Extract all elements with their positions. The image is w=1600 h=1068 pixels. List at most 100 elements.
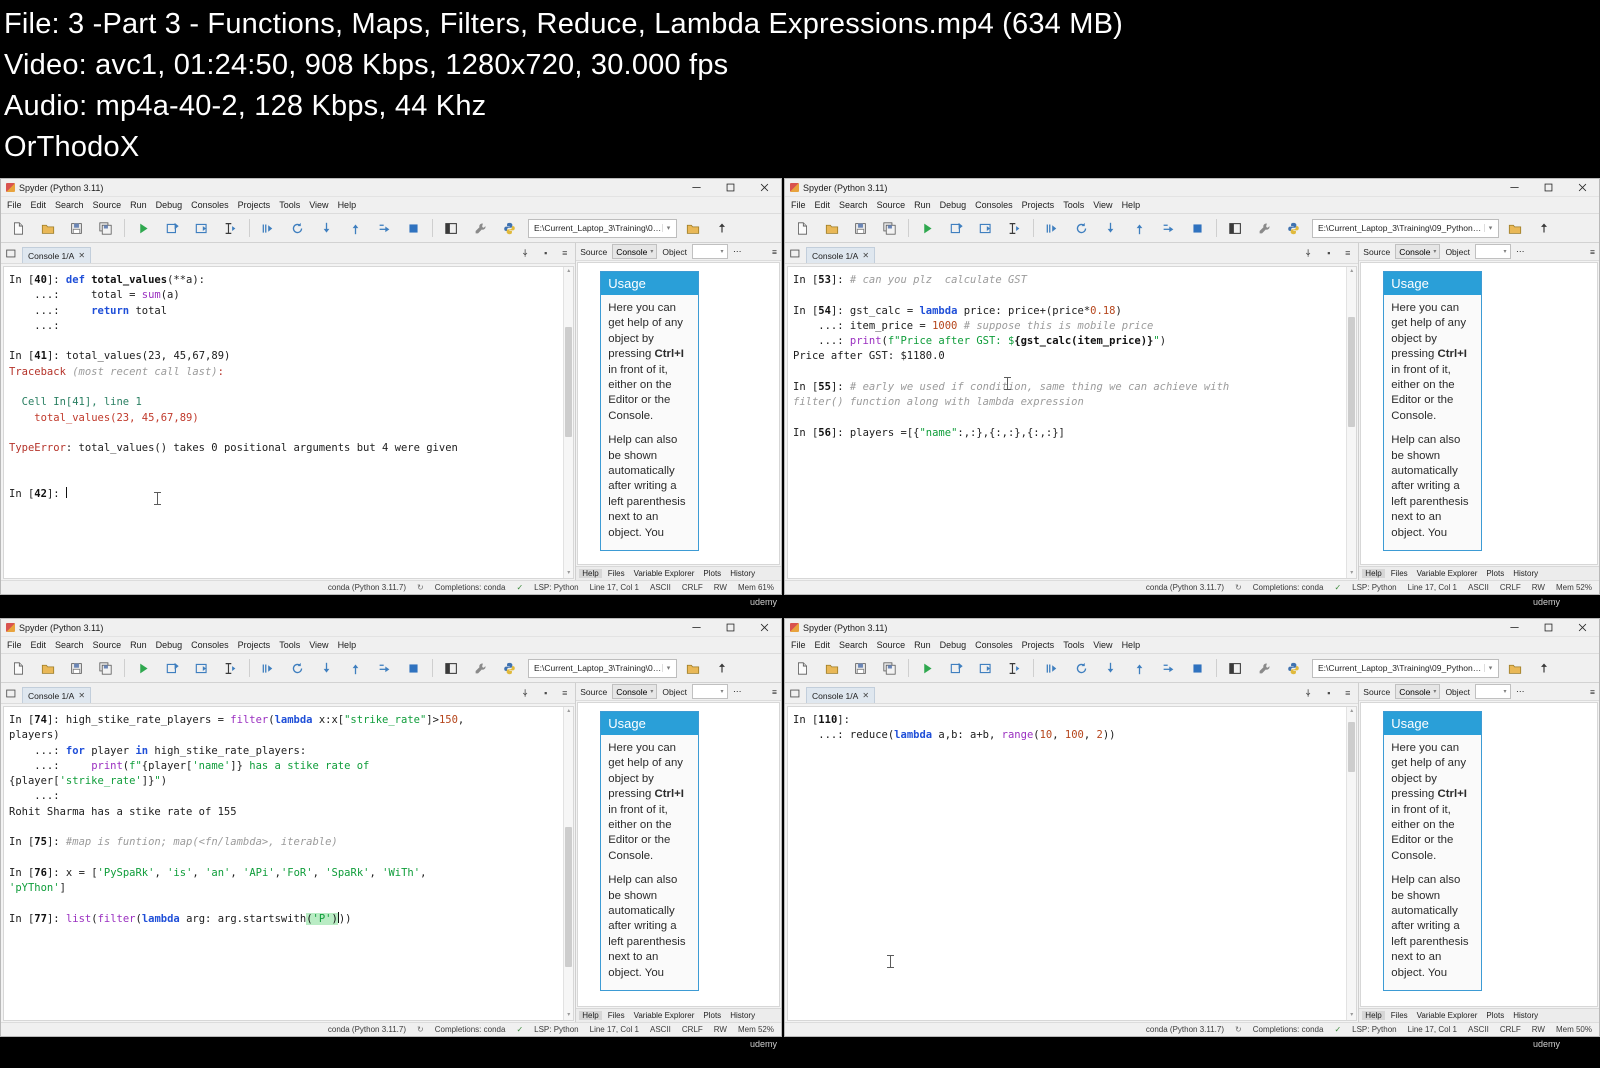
run-cell-icon[interactable] [159, 216, 186, 240]
chevron-down-icon[interactable]: ▾ [1500, 688, 1510, 695]
spyder-window-top-right[interactable]: Spyder (Python 3.11) File Edit Search Source… [784, 178, 1600, 595]
toolbar[interactable]: E:\Current_Laptop_3\Training\09_Python_A… [1, 214, 781, 243]
menu-item-debug[interactable]: Debug [156, 200, 183, 210]
chevron-down-icon[interactable]: ▾ [662, 664, 674, 672]
help-options-icon[interactable]: ⋯ [733, 686, 742, 697]
run-cell-icon[interactable] [159, 656, 186, 680]
maximize-button[interactable] [713, 179, 747, 196]
maximize-button[interactable] [713, 619, 747, 636]
new-file-icon[interactable] [789, 656, 816, 680]
help-pane-tabs[interactable]: Help Files Variable Explorer Plots History [576, 1008, 781, 1022]
python-path-icon[interactable] [496, 216, 523, 240]
scroll-up-icon[interactable]: ▴ [1348, 708, 1355, 715]
help-pane-menu-icon[interactable]: ≡ [1590, 247, 1595, 257]
run-cell-advance-icon[interactable] [188, 216, 215, 240]
debug-continue-icon[interactable] [284, 216, 311, 240]
tab-files[interactable]: Files [605, 1011, 628, 1020]
console-scrollbar[interactable]: ▴ ▾ [1346, 267, 1357, 578]
save-file-icon[interactable] [847, 216, 874, 240]
help-toolbar[interactable]: Source Console ▾ Object ▾ ⋯ ≡ [1359, 683, 1599, 701]
menu-item-projects[interactable]: Projects [1022, 640, 1055, 650]
tab-help[interactable]: Help [1362, 1011, 1385, 1020]
help-object-input[interactable]: ▾ [691, 684, 728, 699]
minimize-button[interactable] [679, 619, 713, 636]
preferences-icon[interactable] [467, 656, 494, 680]
tab-variable-explorer[interactable]: Variable Explorer [631, 569, 698, 578]
undock-icon[interactable] [4, 246, 18, 260]
console-pane-header[interactable]: Console 1/A ✕ ▪ ≡ [1, 683, 576, 704]
menu-item-file[interactable]: File [791, 200, 806, 210]
close-icon[interactable]: ✕ [78, 251, 85, 260]
debug-step-over-icon[interactable] [371, 216, 398, 240]
preferences-icon[interactable] [1251, 656, 1278, 680]
open-file-icon[interactable] [34, 216, 61, 240]
tab-help[interactable]: Help [1362, 569, 1385, 578]
menu-item-file[interactable]: File [7, 200, 22, 210]
scroll-up-icon[interactable]: ▴ [565, 708, 572, 715]
help-source-select[interactable]: Console ▾ [1395, 684, 1441, 699]
python-path-icon[interactable] [1280, 216, 1307, 240]
menu-item-debug[interactable]: Debug [156, 640, 183, 650]
options-icon[interactable]: ▪ [1321, 686, 1336, 701]
open-file-icon[interactable] [818, 656, 845, 680]
help-options-icon[interactable]: ⋯ [1516, 686, 1525, 697]
debug-stop-icon[interactable] [1184, 216, 1211, 240]
menu-item-run[interactable]: Run [914, 200, 931, 210]
tab-help[interactable]: Help [579, 569, 602, 578]
save-all-icon[interactable] [92, 656, 119, 680]
browse-tabs-icon[interactable] [1302, 686, 1317, 701]
chevron-down-icon[interactable]: ▾ [1484, 224, 1496, 232]
close-button[interactable] [747, 619, 781, 636]
debug-stop-icon[interactable] [1184, 656, 1211, 680]
save-file-icon[interactable] [63, 656, 90, 680]
menu-item-source[interactable]: Source [877, 200, 906, 210]
debug-step-return-icon[interactable] [1126, 656, 1153, 680]
tab-variable-explorer[interactable]: Variable Explorer [1414, 569, 1481, 578]
toolbar[interactable]: E:\Current_Laptop_3\Training\09_Python_A… [785, 654, 1599, 683]
console-pane-header[interactable]: Console 1/A ✕ ▪ ≡ [785, 683, 1359, 704]
help-source-select[interactable]: Console ▾ [612, 684, 658, 699]
console-scrollbar[interactable]: ▴ ▾ [563, 267, 574, 578]
menu-item-source[interactable]: Source [93, 640, 122, 650]
menu-item-projects[interactable]: Projects [238, 640, 271, 650]
help-pane-tabs[interactable]: Help Files Variable Explorer Plots History [1359, 1008, 1599, 1022]
close-icon[interactable]: ✕ [862, 251, 869, 260]
chevron-down-icon[interactable]: ▾ [1433, 688, 1436, 695]
browse-tabs-icon[interactable] [519, 246, 534, 261]
help-pane-menu-icon[interactable]: ≡ [772, 687, 777, 697]
menu-item-run[interactable]: Run [130, 640, 147, 650]
menu-bar[interactable]: File Edit Search Source Run Debug Consoles Proj… [1, 637, 781, 654]
pane-menu-icon[interactable]: ≡ [1340, 686, 1355, 701]
pane-menu-icon[interactable]: ≡ [557, 246, 572, 261]
console-tab[interactable]: Console 1/A ✕ [22, 247, 92, 263]
menu-item-search[interactable]: Search [839, 200, 868, 210]
toolbar[interactable]: E:\Current_Laptop_3\Training\09_Python_A… [1, 654, 781, 683]
console-tab[interactable]: Console 1/A ✕ [22, 687, 92, 703]
menu-item-help[interactable]: Help [338, 200, 357, 210]
python-path-icon[interactable] [496, 656, 523, 680]
tab-history[interactable]: History [727, 1011, 758, 1020]
browse-directory-icon[interactable] [679, 656, 706, 680]
undock-icon[interactable] [788, 686, 802, 700]
maximize-button[interactable] [1531, 619, 1565, 636]
menu-item-consoles[interactable]: Consoles [191, 200, 229, 210]
menu-item-file[interactable]: File [7, 640, 22, 650]
menu-item-consoles[interactable]: Consoles [191, 640, 229, 650]
tab-plots[interactable]: Plots [700, 569, 724, 578]
parent-directory-icon[interactable] [708, 656, 735, 680]
save-all-icon[interactable] [876, 656, 903, 680]
menu-item-projects[interactable]: Projects [1022, 200, 1055, 210]
browse-directory-icon[interactable] [679, 216, 706, 240]
title-bar[interactable]: Spyder (Python 3.11) [785, 619, 1599, 637]
menu-item-file[interactable]: File [791, 640, 806, 650]
browse-directory-icon[interactable] [1501, 216, 1528, 240]
console-tab[interactable]: Console 1/A ✕ [806, 247, 876, 263]
help-object-input[interactable]: ▾ [691, 244, 728, 259]
menu-item-view[interactable]: View [1093, 200, 1112, 210]
run-file-icon[interactable] [914, 216, 941, 240]
tab-files[interactable]: Files [605, 569, 628, 578]
browse-tabs-icon[interactable] [1302, 246, 1317, 261]
tab-files[interactable]: Files [1388, 1011, 1411, 1020]
options-icon[interactable]: ▪ [538, 246, 553, 261]
parent-directory-icon[interactable] [708, 216, 735, 240]
